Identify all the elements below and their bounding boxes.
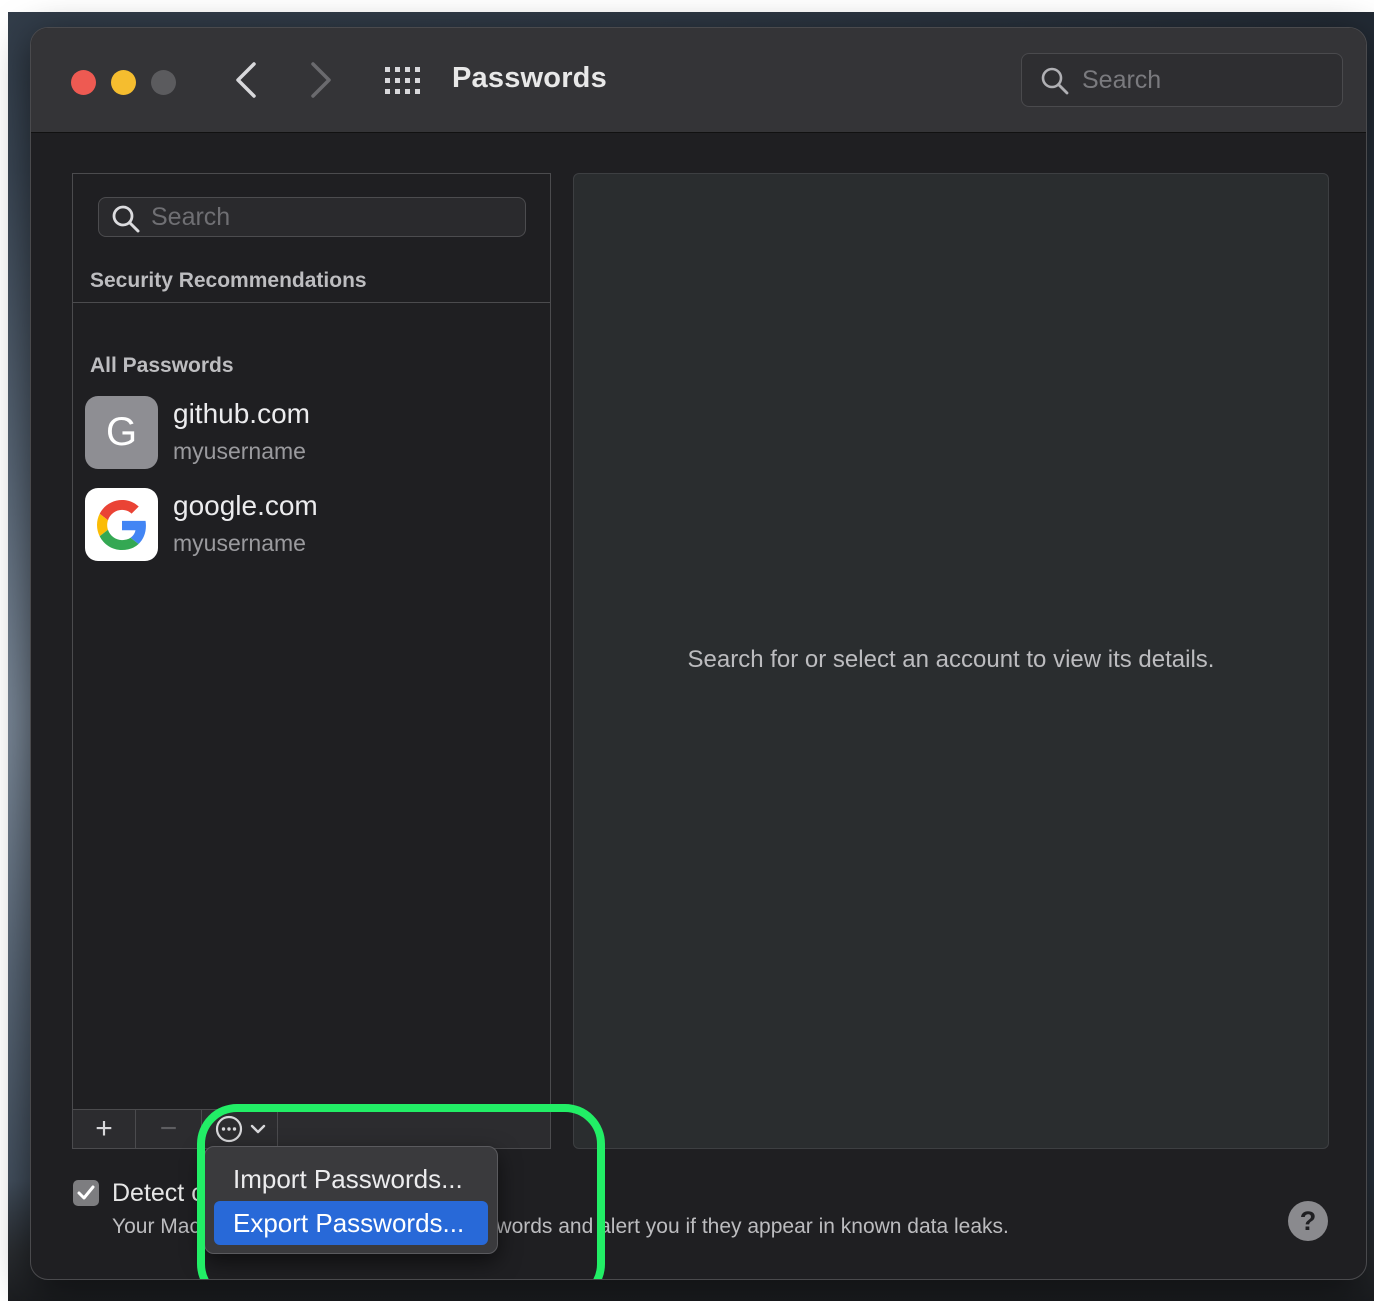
password-site: github.com xyxy=(173,398,310,429)
search-icon xyxy=(1041,67,1069,95)
remove-password-button[interactable]: − xyxy=(136,1110,202,1148)
more-options-button[interactable] xyxy=(202,1110,278,1148)
all-passwords-header: All Passwords xyxy=(90,354,234,377)
empty-state-message: Search for or select an account to view … xyxy=(687,646,1215,673)
divider xyxy=(73,302,550,303)
back-button[interactable] xyxy=(226,58,266,102)
chevron-down-icon xyxy=(250,1124,265,1134)
search-icon xyxy=(112,205,140,233)
toolbar-search[interactable] xyxy=(1021,53,1343,107)
chevron-left-icon xyxy=(236,62,256,98)
forward-button[interactable] xyxy=(301,58,341,102)
export-passwords-menu-item[interactable]: Export Passwords... xyxy=(214,1201,488,1245)
toolbar-search-input[interactable] xyxy=(1082,64,1322,96)
title-bar: Passwords xyxy=(31,28,1366,133)
passwords-window: Passwords Security Recommendations All P… xyxy=(30,27,1367,1280)
show-all-button[interactable] xyxy=(383,65,423,97)
security-recommendations[interactable]: Security Recommendations xyxy=(90,269,367,293)
password-item-google[interactable]: google.com myusername xyxy=(85,488,525,564)
window-title: Passwords xyxy=(452,62,607,94)
minimize-button[interactable] xyxy=(111,70,136,95)
plus-icon: + xyxy=(95,1112,113,1145)
help-button[interactable]: ? xyxy=(1288,1201,1328,1241)
minus-icon: − xyxy=(159,1112,178,1145)
letter-g-icon: G xyxy=(85,396,158,469)
list-search[interactable] xyxy=(98,197,526,237)
google-logo-icon xyxy=(85,488,158,561)
grid-icon xyxy=(385,67,420,94)
checkmark-icon xyxy=(77,1185,95,1200)
detect-compromised-checkbox[interactable] xyxy=(73,1180,99,1206)
add-password-button[interactable]: + xyxy=(73,1110,136,1148)
close-button[interactable] xyxy=(71,70,96,95)
more-options-menu: Import Passwords... Export Passwords... xyxy=(204,1146,498,1254)
list-search-input[interactable] xyxy=(151,202,511,232)
password-item-github[interactable]: G github.com myusername xyxy=(85,396,525,472)
password-username: myusername xyxy=(173,530,306,556)
list-toolbar: + − xyxy=(72,1109,551,1149)
zoom-button[interactable] xyxy=(151,70,176,95)
password-site: google.com xyxy=(173,490,318,521)
details-panel: Search for or select an account to view … xyxy=(573,173,1329,1149)
import-passwords-menu-item[interactable]: Import Passwords... xyxy=(214,1157,488,1201)
ellipsis-circle-icon xyxy=(215,1115,242,1143)
password-list-panel: Security Recommendations All Passwords G… xyxy=(72,173,551,1149)
chevron-right-icon xyxy=(311,62,331,98)
password-username: myusername xyxy=(173,438,306,464)
